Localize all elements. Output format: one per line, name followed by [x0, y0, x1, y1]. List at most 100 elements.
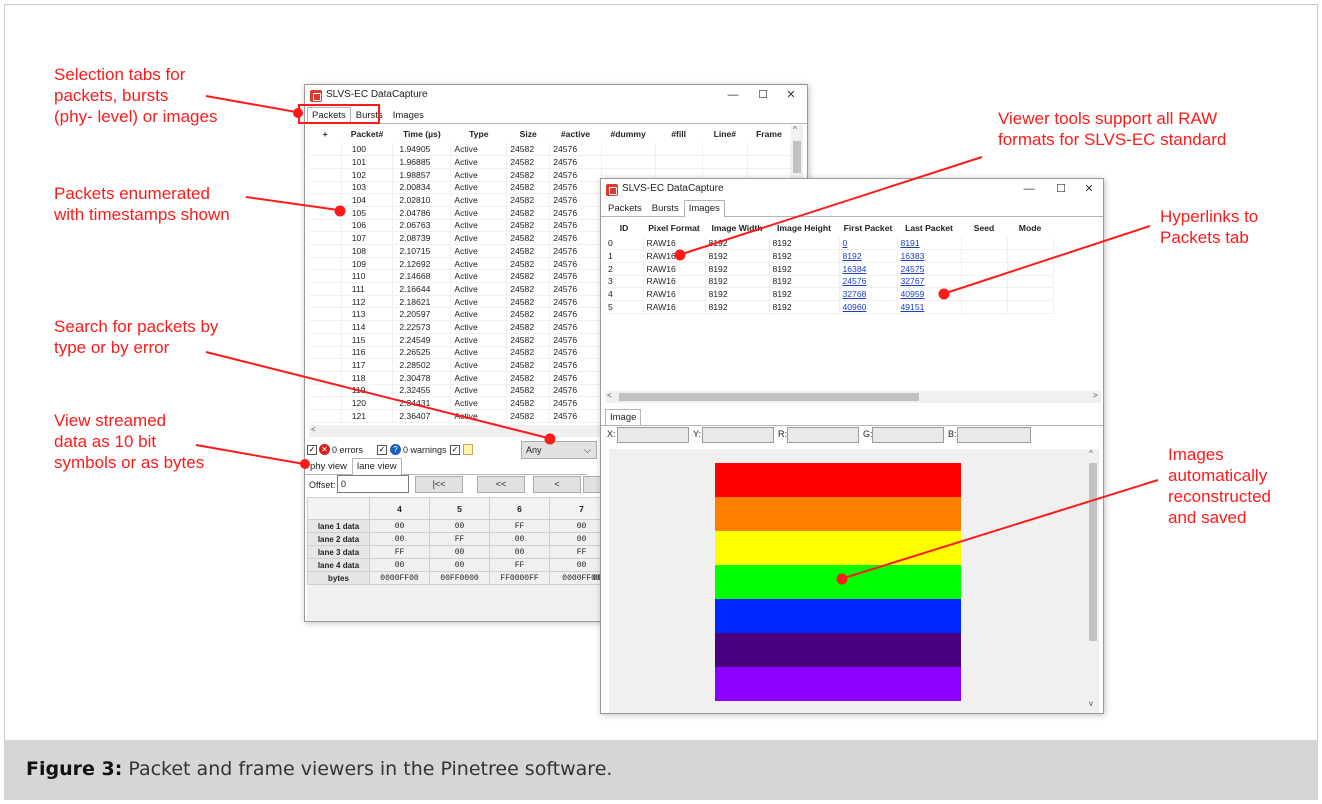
- last-packet-link[interactable]: 16383: [901, 251, 925, 261]
- tab-packets[interactable]: Packets: [603, 200, 647, 217]
- last-packet-link[interactable]: 49151: [901, 302, 925, 312]
- maximize-button[interactable]: ☐: [753, 88, 773, 102]
- col-pixel-format[interactable]: Pixel Format: [643, 219, 705, 237]
- table-cell: 2: [605, 262, 644, 276]
- color-stripe: [715, 497, 961, 531]
- table-cell: 103: [341, 181, 394, 195]
- x-field[interactable]: [617, 427, 689, 443]
- y-field[interactable]: [702, 427, 774, 443]
- col-image-height[interactable]: Image Height: [769, 219, 839, 237]
- type-filter-select[interactable]: Any ⌵: [521, 441, 597, 459]
- first-packet-link[interactable]: 8192: [843, 251, 862, 261]
- notes-checkbox[interactable]: ✓: [450, 445, 460, 455]
- col-line[interactable]: Line#: [702, 125, 747, 143]
- image-canvas[interactable]: [609, 449, 1087, 713]
- col-id[interactable]: ID: [605, 219, 643, 237]
- table-row[interactable]: 1 RAW16 8192 8192 8192 16383: [605, 249, 1054, 263]
- minimize-button[interactable]: —: [723, 88, 743, 102]
- last-packet-link[interactable]: 8191: [901, 238, 920, 248]
- prev-page-button[interactable]: <<: [477, 476, 525, 493]
- packets-header-row: + Packet# Time (µs) Type Size #active #d…: [309, 125, 791, 143]
- tab-images[interactable]: Images: [683, 200, 725, 217]
- col-time[interactable]: Time (µs): [393, 125, 451, 143]
- offset-label: Offset:: [309, 480, 336, 490]
- table-cell: 8192: [705, 237, 770, 251]
- table-row[interactable]: 4 RAW16 8192 8192 32768 40959: [605, 287, 1054, 301]
- col-packet-num[interactable]: Packet#: [341, 125, 393, 143]
- col-last-packet[interactable]: Last Packet: [897, 219, 961, 237]
- table-row[interactable]: 3 RAW16 8192 8192 24576 32767: [605, 275, 1054, 289]
- table-cell: 2.26525: [392, 346, 452, 360]
- first-packet-link[interactable]: 16384: [843, 264, 867, 274]
- errors-checkbox[interactable]: ✓: [307, 445, 317, 455]
- col-first-packet[interactable]: First Packet: [839, 219, 897, 237]
- col-type[interactable]: Type: [451, 125, 507, 143]
- close-button[interactable]: ✕: [781, 88, 801, 102]
- table-row[interactable]: 101 1.96885 Active 24582 24576: [309, 155, 792, 169]
- col-frame[interactable]: Frame: [747, 125, 790, 143]
- annotation-packets-enumerated: Packets enumerated with timestamps shown: [54, 184, 230, 224]
- table-row[interactable]: 2 RAW16 8192 8192 16384 24575: [605, 262, 1054, 276]
- first-packet-link[interactable]: 40960: [843, 302, 867, 312]
- tab-phy-view[interactable]: phy view: [305, 458, 352, 475]
- col-expand[interactable]: +: [309, 125, 341, 143]
- table-cell: 8192: [705, 275, 770, 289]
- last-packet-link[interactable]: 24575: [901, 264, 925, 274]
- table-cell: 111: [341, 282, 394, 296]
- first-packet-link[interactable]: 24576: [843, 276, 867, 286]
- col-fill[interactable]: #fill: [655, 125, 702, 143]
- table-cell: [309, 307, 342, 322]
- table-cell: 108: [341, 244, 394, 258]
- r-field[interactable]: [787, 427, 859, 443]
- b-field[interactable]: [957, 427, 1031, 443]
- images-horizontal-scrollbar[interactable]: < >: [605, 391, 1101, 403]
- col-size[interactable]: Size: [507, 125, 550, 143]
- figure-caption: Figure 3: Packet and frame viewers in th…: [26, 758, 612, 780]
- table-cell: 24576: [549, 346, 602, 360]
- first-packet-link[interactable]: 0: [843, 238, 848, 248]
- table-cell: [309, 231, 342, 245]
- g-field[interactable]: [872, 427, 944, 443]
- warnings-checkbox[interactable]: ✓: [377, 445, 387, 455]
- offset-input[interactable]: 0: [337, 475, 409, 493]
- table-cell: 100: [341, 143, 394, 157]
- table-cell: Active: [450, 282, 508, 296]
- last-packet-link[interactable]: 32767: [901, 276, 925, 286]
- minimize-button[interactable]: —: [1019, 182, 1039, 196]
- table-cell: [309, 257, 342, 271]
- images-window: SLVS-EC DataCapture — ☐ ✕ Packets Bursts…: [600, 178, 1104, 714]
- close-button[interactable]: ✕: [1079, 182, 1099, 196]
- col-active[interactable]: #active: [550, 125, 602, 143]
- first-packet-link[interactable]: 32768: [843, 289, 867, 299]
- table-cell: 113: [341, 307, 394, 322]
- tab-lane-view[interactable]: lane view: [351, 458, 402, 475]
- table-cell: 8192: [705, 249, 770, 263]
- tab-bursts[interactable]: Bursts: [647, 200, 684, 217]
- prev-button[interactable]: <: [533, 476, 581, 493]
- table-cell: 1.94905: [392, 143, 452, 157]
- table-row[interactable]: 0 RAW16 8192 8192 0 8191: [605, 237, 1054, 251]
- lane-cell: 00: [429, 545, 490, 559]
- tab-image[interactable]: Image: [605, 409, 642, 425]
- table-cell: 2.28502: [392, 358, 452, 372]
- table-cell: 16384: [839, 262, 898, 276]
- image-vertical-scrollbar[interactable]: ^ v: [1087, 449, 1099, 713]
- col-mode[interactable]: Mode: [1007, 219, 1053, 237]
- first-page-button[interactable]: |<<: [415, 476, 463, 493]
- col-image-width[interactable]: Image Width: [705, 219, 769, 237]
- col-dummy[interactable]: #dummy: [601, 125, 655, 143]
- last-packet-link[interactable]: 40959: [901, 289, 925, 299]
- table-cell: [309, 396, 342, 410]
- offset-value: 0: [341, 479, 347, 489]
- maximize-button[interactable]: ☐: [1051, 182, 1071, 196]
- col-seed[interactable]: Seed: [961, 219, 1007, 237]
- table-cell: Active: [450, 269, 508, 284]
- table-row[interactable]: 100 1.94905 Active 24582 24576: [309, 143, 792, 157]
- lane-cell: 0000FF00: [369, 571, 430, 585]
- packets-titlebar: SLVS-EC DataCapture — ☐ ✕: [305, 85, 807, 107]
- table-cell: Active: [450, 396, 508, 410]
- table-row[interactable]: 5 RAW16 8192 8192 40960 49151: [605, 300, 1054, 314]
- lane-cell: 00: [429, 558, 490, 572]
- tab-images[interactable]: Images: [388, 107, 429, 124]
- table-cell: 2.10715: [392, 244, 452, 258]
